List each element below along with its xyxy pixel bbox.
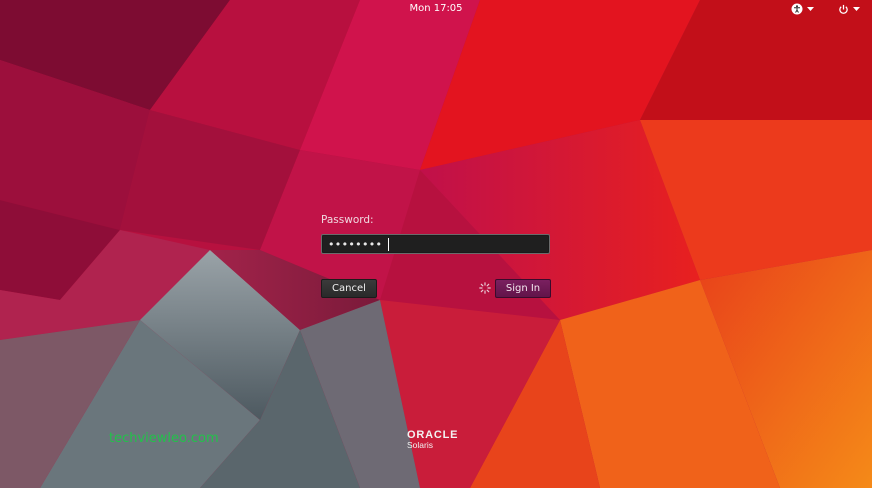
- power-icon: [839, 4, 848, 14]
- clock[interactable]: Mon 17:05: [0, 3, 872, 14]
- top-bar: Mon 17:05: [0, 0, 872, 18]
- cancel-button[interactable]: Cancel: [321, 279, 377, 298]
- login-form: Password: •••••••• Cancel Sign In: [321, 214, 551, 298]
- sign-in-button[interactable]: Sign In: [495, 279, 551, 298]
- text-caret: [388, 238, 389, 251]
- accessibility-menu[interactable]: [791, 3, 814, 15]
- oracle-solaris-logo: ORACLE Solaris: [407, 429, 458, 450]
- product-name: Solaris: [407, 440, 433, 450]
- password-label: Password:: [321, 214, 374, 226]
- chevron-down-icon: [853, 6, 860, 11]
- watermark-text: techviewleo.com: [109, 431, 219, 446]
- power-menu[interactable]: [838, 3, 860, 15]
- chevron-down-icon: [807, 6, 814, 11]
- password-field[interactable]: ••••••••: [321, 234, 550, 254]
- gear-spinner-icon: [479, 282, 491, 294]
- accessibility-icon: [791, 3, 803, 15]
- password-value: ••••••••: [328, 238, 383, 251]
